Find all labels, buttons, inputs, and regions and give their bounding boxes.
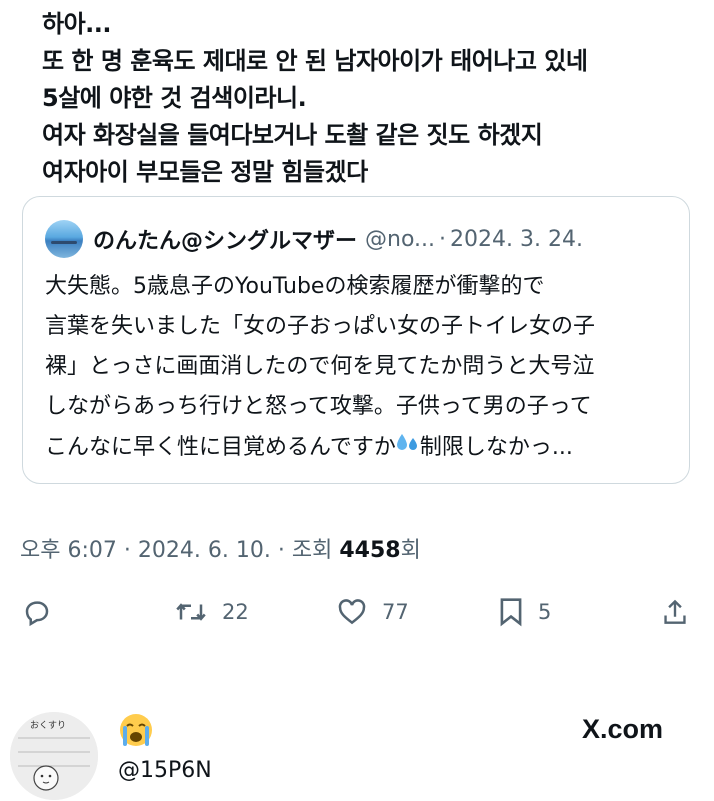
avatar-text: おくすり [30,720,66,731]
like-count: 77 [382,600,409,624]
tweet-date: 2024. 6. 10. [137,538,271,563]
reply-avatar[interactable]: おくすり [10,712,98,800]
site-watermark: X.com [582,714,664,744]
views-suffix: 회 [400,538,421,563]
quote-separator: · [439,226,447,252]
retweet-count: 22 [222,600,249,624]
like-button[interactable]: 77 [336,592,409,632]
quote-line: 言葉を失いました「女の子おっぱい女の子トイレ女の子 [45,314,596,339]
tweet-line: 여자 화장실을 들여다보거나 도촬 같은 짓도 하겠지 [42,121,543,149]
quote-line: 大失態。5歳息子のYouTubeの検索履歴が衝撃的で [45,274,545,299]
action-bar: 22 77 5 [22,592,692,632]
quote-line: こんなに早く性に目覚めるんですか 制限しなかっ... [45,427,675,468]
reply-button[interactable] [22,592,52,632]
bookmark-icon [500,598,522,627]
tweet-line: 5살에 야한 것 검색이라니. [42,84,307,112]
quote-line-text: 制限しなかっ... [419,435,573,460]
share-icon [664,599,686,624]
meta-separator: · [123,538,131,563]
bookmark-count: 5 [538,600,552,624]
quote-line: 裸」とっさに画面消したので何を見てたか問うと大号泣 [45,354,595,379]
sweat-droplets-icon [396,427,420,467]
quote-header: のんたん@シングルマザー @no... · 2024. 3. 24. [45,219,685,259]
quote-line: しながらあっち行けと怒って攻撃。子供って男の子って [45,394,592,419]
heart-icon [338,599,366,625]
quote-line-text: こんなに早く性に目覚めるんですか [45,435,396,460]
tweet-meta: 오후 6:07 · 2024. 6. 10. · 조회 4458회 [20,532,421,564]
views-count: 4458 [339,538,401,563]
crying-face-icon [118,712,154,748]
retweet-icon [176,603,206,621]
share-button[interactable] [662,592,688,632]
quote-body: 大失態。5歳息子のYouTubeの検索履歴が衝撃的で 言葉を失いました「女の子お… [45,267,675,468]
quote-date: 2024. 3. 24. [450,226,583,252]
views-label: 조회 [291,538,333,563]
quoted-tweet-card[interactable]: のんたん@シングルマザー @no... · 2024. 3. 24. 大失態。5… [22,196,690,484]
tweet-line: 여자아이 부모들은 정말 힘들겠다 [42,158,368,186]
reply-icon [25,601,49,627]
tweet-time: 오후 6:07 [20,538,117,563]
quote-avatar[interactable] [45,220,83,258]
quote-author-handle: @no... [365,226,436,252]
tweet-line: 또 한 명 훈육도 제대로 안 된 남자아이가 태어나고 있네 [42,47,588,75]
tweet-text: 하아... 또 한 명 훈육도 제대로 안 된 남자아이가 태어나고 있네 5살… [42,6,692,191]
quote-author-name[interactable]: のんたん@シングルマザー [93,223,357,255]
reply-handle[interactable]: @15P6N [118,758,212,783]
meta-separator: · [277,538,285,563]
tweet-line: 하아... [42,10,112,38]
retweet-button[interactable]: 22 [174,592,249,632]
bookmark-button[interactable]: 5 [498,592,551,632]
